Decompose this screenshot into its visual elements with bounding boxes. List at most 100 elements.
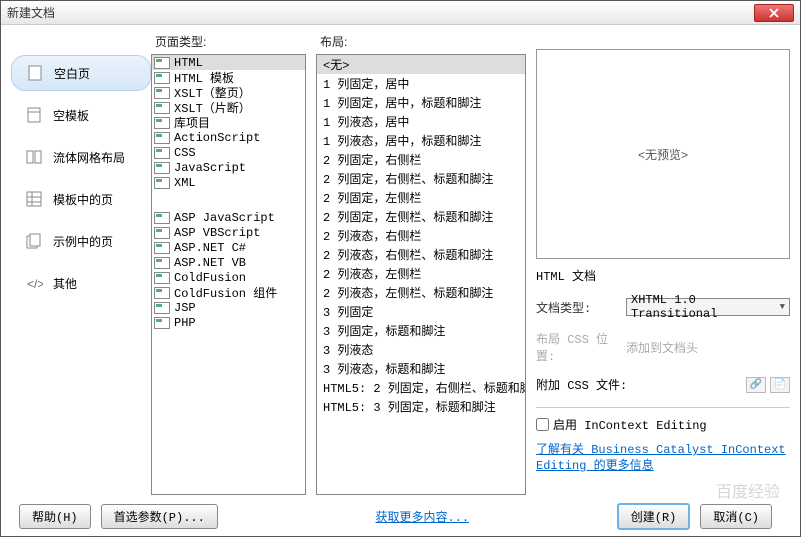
- page-type-label: ASP.NET VB: [174, 256, 246, 270]
- file-icon: [154, 272, 170, 284]
- divider: [536, 407, 790, 408]
- page-type-item[interactable]: HTML: [152, 55, 305, 70]
- ice-learn-more-link[interactable]: 了解有关 Business Catalyst InContext Editing…: [536, 443, 790, 474]
- right-panel: <无预览> HTML 文档 文档类型: XHTML 1.0 Transition…: [536, 31, 790, 495]
- preview-box: <无预览>: [536, 49, 790, 259]
- page-type-label: XML: [174, 176, 196, 190]
- close-button[interactable]: [754, 4, 794, 22]
- layout-item[interactable]: 1 列固定，居中，标题和脚注: [317, 93, 525, 112]
- sidebar-icon: [25, 232, 43, 250]
- page-type-item[interactable]: ColdFusion: [152, 270, 305, 285]
- page-type-item[interactable]: ASP VBScript: [152, 225, 305, 240]
- page-type-item[interactable]: XSLT（整页）: [152, 85, 305, 100]
- sidebar-item-label: 空白页: [54, 65, 90, 82]
- category-sidebar: 空白页空模板流体网格布局模板中的页示例中的页 </> 其他: [11, 31, 151, 495]
- sidebar-icon: [25, 190, 43, 208]
- file-icon: [154, 257, 170, 269]
- link-css-button[interactable]: 🔗: [746, 377, 766, 393]
- enable-ice-label: 启用 InContext Editing: [553, 416, 707, 433]
- layout-item[interactable]: 1 列液态，居中，标题和脚注: [317, 131, 525, 150]
- sidebar-item-0[interactable]: 空白页: [11, 55, 151, 91]
- ice-checkbox-row: 启用 InContext Editing: [536, 416, 790, 433]
- preview-text: <无预览>: [638, 146, 688, 163]
- page-type-label: 库项目: [174, 114, 210, 131]
- page-type-label: ASP JavaScript: [174, 211, 275, 225]
- page-types-header: 页面类型:: [151, 31, 306, 54]
- page-type-item[interactable]: PHP: [152, 315, 305, 330]
- doctype-label: 文档类型:: [536, 299, 626, 316]
- file-icon: [154, 87, 170, 99]
- doctype-select[interactable]: XHTML 1.0 Transitional ▼: [626, 298, 790, 316]
- layout-item[interactable]: HTML5: 2 列固定，右侧栏、标题和脚注: [317, 378, 525, 397]
- get-more-content-link[interactable]: 获取更多内容...: [376, 508, 470, 525]
- layout-css-value: 添加到文档头: [626, 339, 698, 356]
- dialog-content: 空白页空模板流体网格布局模板中的页示例中的页</>其他 页面类型: HTMLHT…: [1, 25, 800, 495]
- dialog-title: 新建文档: [7, 4, 754, 21]
- page-type-item[interactable]: ColdFusion 组件: [152, 285, 305, 300]
- sidebar-item-4[interactable]: 示例中的页: [11, 223, 151, 259]
- layout-css-label: 布局 CSS 位置:: [536, 330, 626, 364]
- layout-item[interactable]: 2 列液态，左侧栏、标题和脚注: [317, 283, 525, 302]
- sidebar-item-label: 模板中的页: [53, 191, 113, 208]
- attach-css-label: 附加 CSS 文件:: [536, 376, 742, 393]
- page-type-item[interactable]: ASP.NET C#: [152, 240, 305, 255]
- page-type-label: CSS: [174, 146, 196, 160]
- sidebar-item-2[interactable]: 流体网格布局: [11, 139, 151, 175]
- file-icon: [154, 212, 170, 224]
- layout-item[interactable]: 2 列固定，右侧栏、标题和脚注: [317, 169, 525, 188]
- layout-item[interactable]: HTML5: 3 列固定，标题和脚注: [317, 397, 525, 416]
- sidebar-item-label: 其他: [53, 275, 77, 292]
- enable-ice-checkbox[interactable]: [536, 418, 549, 431]
- layout-item[interactable]: 3 列液态: [317, 340, 525, 359]
- page-type-item[interactable]: CSS: [152, 145, 305, 160]
- doctype-value: XHTML 1.0 Transitional: [631, 293, 780, 321]
- create-button[interactable]: 创建(R): [617, 503, 691, 530]
- page-type-label: JavaScript: [174, 161, 246, 175]
- layout-item[interactable]: <无>: [317, 55, 525, 74]
- close-icon: [769, 8, 779, 18]
- file-icon: [154, 177, 170, 189]
- page-type-item[interactable]: XSLT（片断）: [152, 100, 305, 115]
- svg-text:</>: </>: [27, 277, 43, 291]
- layout-item[interactable]: 2 列固定，左侧栏、标题和脚注: [317, 207, 525, 226]
- page-type-label: ColdFusion: [174, 271, 246, 285]
- sidebar-item-3[interactable]: 模板中的页: [11, 181, 151, 217]
- chevron-down-icon: ▼: [780, 302, 785, 312]
- sidebar-item-1[interactable]: 空模板: [11, 97, 151, 133]
- page-type-item[interactable]: HTML 模板: [152, 70, 305, 85]
- layout-item[interactable]: 1 列液态，居中: [317, 112, 525, 131]
- layout-item[interactable]: 3 列液态，标题和脚注: [317, 359, 525, 378]
- sidebar-item-label: 示例中的页: [53, 233, 113, 250]
- page-type-item[interactable]: JavaScript: [152, 160, 305, 175]
- layouts-list[interactable]: <无>1 列固定，居中1 列固定，居中，标题和脚注1 列液态，居中1 列液态，居…: [316, 54, 526, 495]
- help-button[interactable]: 帮助(H): [19, 504, 91, 529]
- page-type-item[interactable]: JSP: [152, 300, 305, 315]
- layout-item[interactable]: 2 列固定，右侧栏: [317, 150, 525, 169]
- folder-icon: 📄: [774, 379, 786, 391]
- layouts-header: 布局:: [316, 31, 526, 54]
- page-type-item[interactable]: ASP JavaScript: [152, 210, 305, 225]
- preferences-button[interactable]: 首选参数(P)...: [101, 504, 218, 529]
- layout-item[interactable]: 2 列液态，左侧栏: [317, 264, 525, 283]
- layout-item[interactable]: 1 列固定，居中: [317, 74, 525, 93]
- layout-item[interactable]: 2 列液态，右侧栏、标题和脚注: [317, 245, 525, 264]
- layout-item[interactable]: 2 列固定，左侧栏: [317, 188, 525, 207]
- file-icon: [154, 147, 170, 159]
- page-type-item[interactable]: 库项目: [152, 115, 305, 130]
- page-type-item[interactable]: ASP.NET VB: [152, 255, 305, 270]
- cancel-button[interactable]: 取消(C): [700, 504, 772, 529]
- sidebar-item-5[interactable]: </> 其他: [11, 265, 151, 301]
- page-type-label: ASP VBScript: [174, 226, 260, 240]
- sidebar-icon: [25, 148, 43, 166]
- layout-item[interactable]: 2 列液态，右侧栏: [317, 226, 525, 245]
- browse-css-button[interactable]: 📄: [770, 377, 790, 393]
- page-type-item[interactable]: XML: [152, 175, 305, 190]
- layout-item[interactable]: 3 列固定，标题和脚注: [317, 321, 525, 340]
- layout-item[interactable]: 3 列固定: [317, 302, 525, 321]
- page-type-item[interactable]: ActionScript: [152, 130, 305, 145]
- file-icon: [154, 302, 170, 314]
- attach-css-row: 附加 CSS 文件: 🔗 📄: [536, 376, 790, 393]
- page-types-column: 页面类型: HTMLHTML 模板XSLT（整页）XSLT（片断）库项目Acti…: [151, 31, 306, 495]
- link-icon: 🔗: [750, 379, 762, 391]
- page-types-list[interactable]: HTMLHTML 模板XSLT（整页）XSLT（片断）库项目ActionScri…: [151, 54, 306, 495]
